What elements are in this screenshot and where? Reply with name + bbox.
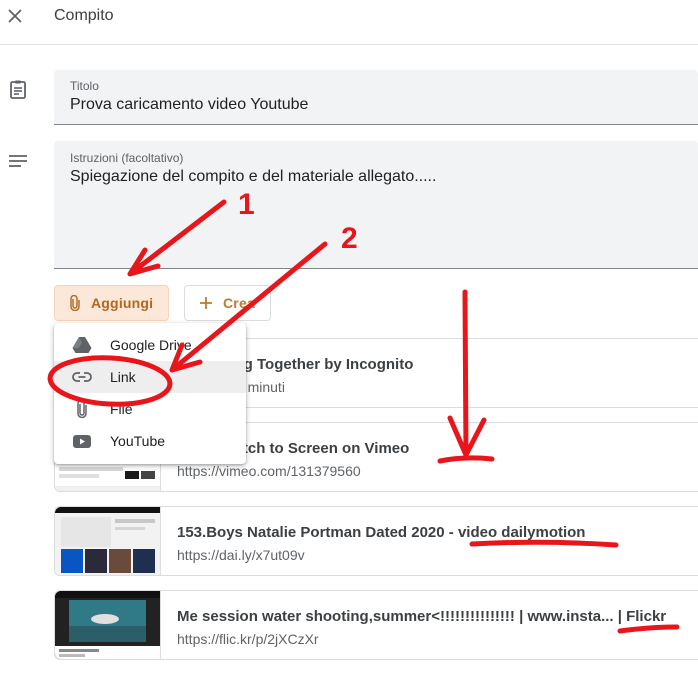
menu-item-google-drive[interactable]: Google Drive bbox=[54, 329, 246, 361]
youtube-icon bbox=[54, 434, 110, 448]
menu-item-label: YouTube bbox=[110, 433, 166, 449]
add-button-label: Aggiungi bbox=[91, 295, 154, 311]
paperclip-icon bbox=[54, 400, 110, 418]
instructions-field-label: Istruzioni (facoltativo) bbox=[70, 151, 184, 165]
paperclip-icon bbox=[69, 295, 81, 311]
attachment-card-dailymotion[interactable]: 153.Boys Natalie Portman Dated 2020 - vi… bbox=[54, 506, 698, 576]
attachment-thumbnail bbox=[55, 591, 161, 659]
instructions-field-value: Spiegazione del compito e del materiale … bbox=[70, 168, 437, 185]
google-drive-icon bbox=[54, 336, 110, 354]
title-field[interactable]: Titolo Prova caricamento video Youtube bbox=[54, 70, 698, 125]
title-field-label: Titolo bbox=[70, 79, 99, 93]
attachment-title: 153.Boys Natalie Portman Dated 2020 - vi… bbox=[177, 524, 586, 541]
close-icon bbox=[8, 9, 22, 23]
attachment-card-flickr[interactable]: Me session water shooting,summer<!!!!!!!… bbox=[54, 590, 698, 660]
attachment-title: Me session water shooting,summer<!!!!!!!… bbox=[177, 608, 667, 625]
create-button-label: Crea bbox=[223, 295, 255, 311]
menu-item-file[interactable]: File bbox=[54, 393, 246, 425]
instructions-field[interactable]: Istruzioni (facoltativo) Spiegazione del… bbox=[54, 141, 698, 269]
add-button[interactable]: Aggiungi bbox=[54, 285, 169, 321]
create-button[interactable]: Crea bbox=[184, 285, 271, 321]
attachment-thumbnail bbox=[55, 507, 161, 575]
menu-item-label: File bbox=[110, 401, 133, 417]
attachment-url: https://vimeo.com/131379560 bbox=[177, 463, 361, 479]
menu-item-label: Google Drive bbox=[110, 337, 192, 353]
add-menu: Google Drive Link File YouTube bbox=[54, 323, 246, 464]
assignment-icon bbox=[10, 80, 26, 99]
link-icon bbox=[54, 371, 110, 383]
attachment-url: https://dai.ly/x7ut09v bbox=[177, 547, 305, 563]
attachment-url: https://flic.kr/p/2jXCzXr bbox=[177, 631, 319, 647]
plus-icon bbox=[199, 296, 213, 310]
page-title: Compito bbox=[54, 7, 114, 24]
menu-item-label: Link bbox=[110, 369, 136, 385]
menu-item-youtube[interactable]: YouTube bbox=[54, 425, 246, 457]
close-button[interactable] bbox=[4, 5, 26, 27]
menu-item-link[interactable]: Link bbox=[54, 361, 246, 393]
title-field-value: Prova caricamento video Youtube bbox=[70, 96, 309, 113]
notes-icon bbox=[9, 155, 27, 167]
